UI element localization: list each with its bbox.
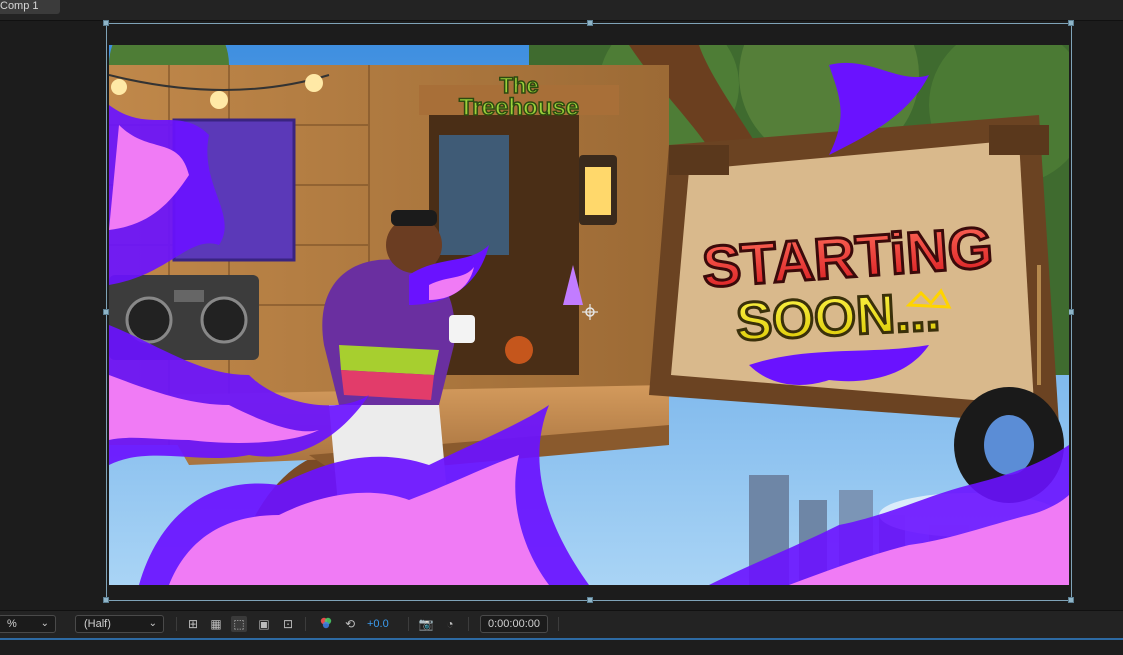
mask-visibility-icon[interactable]: ⬚ xyxy=(231,616,247,632)
transparency-grid-icon[interactable]: ▦ xyxy=(208,616,224,632)
chevron-down-icon: ⌄ xyxy=(40,618,49,629)
show-channel-icon[interactable] xyxy=(318,616,334,632)
viewer-control-bar: % ⌄ (Half) ⌄ ⊞ ▦ ⬚ ▣ ⊡ ⟲ +0.0 📷 ◔ 0:00:0… xyxy=(0,610,1123,639)
sign-soon-text: SOON... xyxy=(735,282,942,353)
grid-guides-icon[interactable]: ⊡ xyxy=(280,616,296,632)
footer-panel xyxy=(0,640,1123,655)
fast-previews-icon[interactable]: ⊞ xyxy=(185,616,201,632)
resize-handle-top-center[interactable] xyxy=(587,20,593,26)
composition-tab-bar: Comp 1 xyxy=(0,0,1123,21)
treehouse-sign-line2: Treehouse xyxy=(459,94,579,121)
resize-handle-bottom-right[interactable] xyxy=(1068,597,1074,603)
chevron-down-icon: ⌄ xyxy=(148,618,157,629)
show-snapshot-icon[interactable]: ◔ xyxy=(442,616,458,632)
lantern-left xyxy=(579,155,617,225)
magnification-value: % xyxy=(7,618,17,630)
basketball xyxy=(505,336,533,364)
rgb-channel-icon xyxy=(320,617,332,629)
resize-handle-top-right[interactable] xyxy=(1068,20,1074,26)
resize-handle-top-left[interactable] xyxy=(103,20,109,26)
resolution-value: (Half) xyxy=(84,618,111,630)
current-time-field[interactable]: 0:00:00:00 xyxy=(480,615,548,633)
region-of-interest-icon[interactable]: ▣ xyxy=(256,616,272,632)
resize-handle-bottom-left[interactable] xyxy=(103,597,109,603)
camera-snapshot-icon[interactable]: 📷 xyxy=(418,616,434,632)
resolution-dropdown[interactable]: (Half) ⌄ xyxy=(75,615,164,633)
resize-handle-bottom-center[interactable] xyxy=(587,597,593,603)
anchor-point-icon[interactable] xyxy=(582,304,598,320)
magnification-dropdown[interactable]: % ⌄ xyxy=(0,615,56,633)
exposure-value[interactable]: +0.0 xyxy=(367,616,389,632)
comp-tab[interactable]: Comp 1 xyxy=(0,0,60,14)
reset-exposure-icon[interactable]: ⟲ xyxy=(342,616,358,632)
